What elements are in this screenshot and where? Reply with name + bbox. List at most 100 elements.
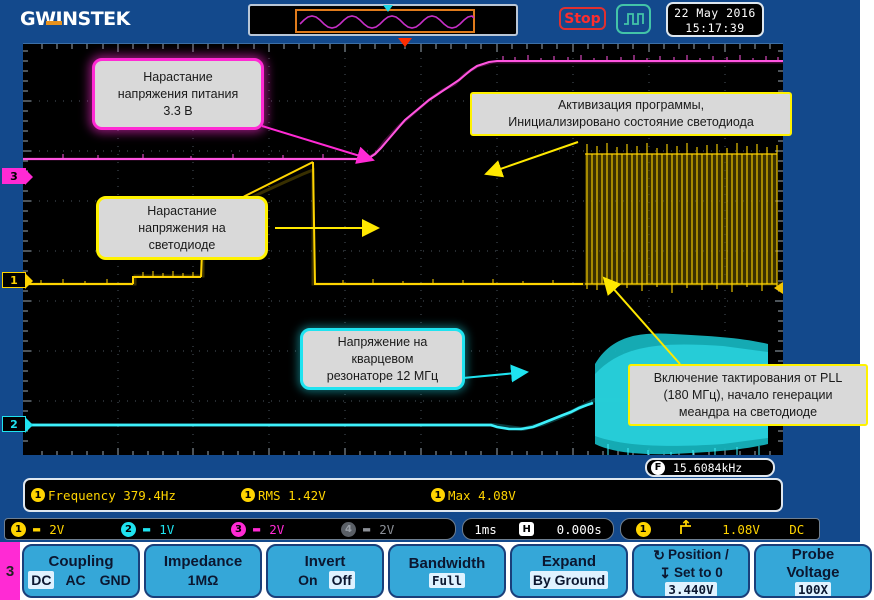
annotation-pll-clocking-line-2: (180 МГц), начало генерации: [663, 387, 833, 402]
measurement-bar[interactable]: 1 Frequency 379.4Hz 1 RMS 1.42V 1 Max 4.…: [23, 478, 783, 512]
softkey-impedance-value: 1MΩ: [187, 572, 219, 588]
brand-logo-text: GWINSTEK: [20, 7, 130, 30]
softkey-probe-value: 100X: [794, 581, 832, 596]
measurement-max[interactable]: 1 Max 4.08V: [431, 488, 621, 503]
measurement-rms-text: RMS 1.42V: [258, 487, 326, 503]
channel-setting-2[interactable]: 2 ▬ 1V: [115, 521, 225, 537]
softkey-invert-options: On Off: [295, 571, 355, 589]
rising-edge-glyph: [680, 519, 691, 534]
softkey-impedance-title: Impedance: [163, 553, 243, 570]
channel-3-volts: 2V: [269, 521, 285, 537]
channel-4-badge: 4: [341, 521, 356, 537]
softkey-expand[interactable]: Expand By Ground: [510, 544, 628, 598]
rotate-knob-icon: ↻: [653, 546, 665, 563]
softkey-invert-option-off[interactable]: Off: [328, 571, 355, 589]
measurement-max-badge: 1: [431, 488, 445, 502]
softkey-coupling-option-ac[interactable]: AC: [62, 571, 88, 589]
softkey-bandwidth-title: Bandwidth: [408, 554, 486, 572]
channel-2-volts: 1V: [159, 521, 175, 537]
softkey-menu: 3 Coupling DC AC GND Impedance 1MΩ Inver…: [0, 542, 874, 600]
channel-setting-4[interactable]: 4 ▬ 2V: [335, 521, 445, 537]
active-channel-indicator: 3: [0, 542, 20, 600]
channel-2-coupling-icon: ▬: [143, 522, 150, 536]
set-to-zero-icon: ↧: [659, 564, 671, 581]
softkey-coupling-title: Coupling: [48, 553, 114, 570]
annotation-supply-rise: Нарастание напряжения питания 3.3 В: [92, 58, 264, 130]
annotation-crystal-voltage-line-1: Напряжение на: [337, 334, 428, 349]
channel-2-badge: 2: [121, 521, 136, 537]
frequency-counter-value: 15.6084kHz: [673, 460, 743, 475]
channel-setting-1[interactable]: 1 ▬ 2V: [5, 521, 115, 537]
measurement-rms-badge: 1: [241, 488, 255, 502]
softkey-invert-option-on[interactable]: On: [295, 571, 320, 589]
softkey-invert[interactable]: Invert On Off: [266, 544, 384, 598]
channel-marker-2[interactable]: 2: [2, 416, 33, 433]
softkey-coupling-options: DC AC GND: [28, 571, 134, 589]
timebase-settings[interactable]: 1ms H 0.000s: [462, 518, 614, 540]
annotation-pll-clocking-line-3: меандра на светодиоде: [678, 404, 818, 419]
annotation-led-voltage-rise-line-2: напряжения на: [138, 220, 226, 235]
softkey-impedance[interactable]: Impedance 1MΩ: [144, 544, 262, 598]
thumbnail-wave-icon: [299, 15, 475, 29]
softkey-position-subtitle-row: ↧ Set to 0: [659, 564, 723, 582]
softkey-coupling-option-gnd[interactable]: GND: [97, 571, 134, 589]
annotation-supply-rise-line-1: Нарастание: [143, 69, 213, 84]
date-text: 22 May 2016: [674, 6, 756, 20]
trigger-source-badge: 1: [635, 521, 651, 537]
logo-accent-bar: [46, 21, 62, 25]
trigger-coupling: DC: [789, 521, 805, 537]
channel-1-coupling-icon: ▬: [33, 522, 40, 536]
trigger-level: 1.08V: [722, 521, 760, 537]
annotation-supply-rise-line-2: напряжения питания: [117, 86, 239, 101]
annotation-pll-clocking: Включение тактирования от PLL (180 МГц),…: [628, 364, 868, 426]
square-wave-icon[interactable]: [616, 4, 651, 34]
softkey-probe-voltage[interactable]: Probe Voltage 100X: [754, 544, 872, 598]
measurement-frequency[interactable]: 1 Frequency 379.4Hz: [31, 488, 241, 503]
channel-marker-3[interactable]: 3: [2, 168, 33, 185]
softkey-bandwidth-value: Full: [428, 572, 466, 588]
square-wave-glyph: [623, 13, 644, 25]
channel-4-volts: 2V: [379, 521, 395, 537]
measurement-max-text: Max 4.08V: [448, 487, 516, 503]
annotation-program-activation-line-1: Активизация программы,: [557, 98, 705, 112]
softkey-coupling-option-dc[interactable]: DC: [28, 571, 55, 589]
measurement-rms[interactable]: 1 RMS 1.42V: [241, 488, 431, 503]
softkey-position-title: Position /: [667, 546, 729, 562]
channel-settings-group: 1 ▬ 2V 2 ▬ 1V 3 ▬ 2V 4 ▬ 2V: [4, 518, 456, 540]
frequency-counter: F 15.6084kHz: [645, 458, 775, 477]
channel-3-badge: 3: [231, 521, 246, 537]
annotation-pll-clocking-line-1: Включение тактирования от PLL: [653, 370, 843, 385]
softkey-probe-title2: Voltage: [786, 563, 840, 581]
timebase-position: 0.000s: [556, 521, 602, 537]
softkey-expand-value[interactable]: By Ground: [529, 571, 609, 589]
channel-setting-3[interactable]: 3 ▬ 2V: [225, 521, 335, 537]
channel-marker-1[interactable]: 1: [2, 272, 33, 289]
channel-1-badge: 1: [11, 521, 26, 537]
annotation-crystal-voltage-line-3: резонаторе 12 МГц: [326, 368, 439, 383]
softkey-invert-title: Invert: [304, 553, 346, 570]
channel-3-coupling-icon: ▬: [253, 522, 260, 536]
waveform-thumbnail[interactable]: [248, 4, 518, 36]
annotation-supply-rise-line-3: 3.3 В: [163, 103, 193, 118]
horizontal-position-icon: H: [519, 522, 535, 536]
softkey-position-value: 3.440V: [665, 581, 717, 596]
softkey-coupling[interactable]: Coupling DC AC GND: [22, 544, 140, 598]
datetime-display: 22 May 2016 15:17:39: [666, 2, 764, 37]
run-stop-button[interactable]: Stop: [559, 7, 606, 30]
channel-1-volts: 2V: [49, 521, 65, 537]
timebase-scale: 1ms: [474, 521, 497, 537]
frequency-counter-badge: F: [651, 460, 665, 475]
softkey-position[interactable]: ↻ Position / ↧ Set to 0 3.440V: [632, 544, 750, 598]
trigger-position-marker-icon[interactable]: [398, 38, 412, 47]
annotation-led-voltage-rise-line-1: Нарастание: [147, 203, 217, 218]
softkey-bandwidth[interactable]: Bandwidth Full: [388, 544, 506, 598]
annotation-program-activation: Активизация программы, Инициализировано …: [470, 92, 792, 136]
oscilloscope-screen: GWINSTEK Stop 22 May 2016 15:17:39 3 1 2…: [0, 0, 874, 600]
annotation-crystal-voltage: Напряжение на кварцевом резонаторе 12 МГ…: [300, 328, 465, 390]
annotation-crystal-voltage-line-2: кварцевом: [351, 351, 414, 366]
trigger-settings[interactable]: 1 1.08V DC: [620, 518, 820, 540]
status-bar: 1 ▬ 2V 2 ▬ 1V 3 ▬ 2V 4 ▬ 2V 1ms H 0.000s…: [0, 518, 860, 540]
trigger-level-marker-icon[interactable]: [774, 282, 783, 294]
annotation-led-voltage-rise: Нарастание напряжения на светодиоде: [96, 196, 268, 260]
brand-logo: GWINSTEK: [20, 6, 150, 32]
